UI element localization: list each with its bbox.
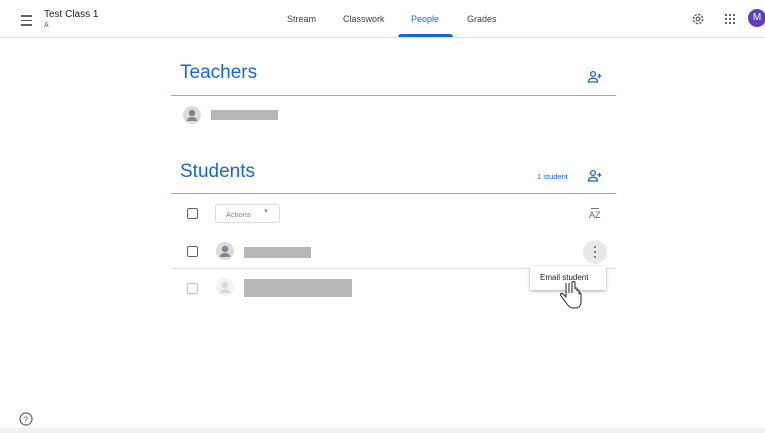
teacher-name-redacted (211, 110, 278, 120)
student-row-checkbox[interactable] (187, 246, 198, 257)
row-context-menu: Email student (530, 266, 606, 290)
help-icon[interactable]: ? (19, 412, 33, 426)
teacher-avatar (183, 106, 201, 124)
chevron-down-icon: ▼ (263, 209, 269, 215)
students-heading: Students (180, 161, 255, 182)
tab-grades[interactable]: Grades (467, 14, 497, 24)
students-divider (171, 193, 616, 194)
select-all-checkbox[interactable] (187, 208, 198, 219)
tab-classwork[interactable]: Classwork (343, 14, 385, 24)
teachers-divider (171, 95, 616, 96)
student-count: 1 student (537, 172, 568, 181)
student-avatar (216, 242, 234, 260)
gear-icon[interactable] (690, 11, 706, 27)
tab-people[interactable]: People (411, 14, 439, 24)
student-name-redacted (244, 279, 352, 297)
svg-text:?: ? (23, 414, 28, 424)
actions-dropdown[interactable]: Actions ▼ (215, 204, 280, 223)
invite-student-button[interactable] (587, 169, 603, 183)
bottom-bar (0, 428, 765, 433)
student-name-redacted (244, 247, 311, 258)
actions-label: Actions (226, 210, 251, 219)
class-section: A (44, 22, 49, 29)
active-tab-indicator (398, 34, 453, 37)
teachers-heading: Teachers (180, 62, 258, 83)
student-avatar (216, 278, 234, 296)
student-row-checkbox[interactable] (187, 283, 198, 294)
person-add-icon (587, 169, 602, 182)
apps-grid-icon[interactable] (722, 11, 738, 27)
sort-az-icon[interactable]: AZ (588, 207, 602, 220)
invite-teacher-button[interactable] (587, 70, 603, 84)
more-vert-icon[interactable] (583, 240, 607, 264)
email-student-menu-item[interactable]: Email student (530, 266, 606, 290)
top-bar: Test Class 1 A Stream Classwork People G… (0, 0, 765, 38)
class-name[interactable]: Test Class 1 (44, 9, 98, 20)
hamburger-menu-icon[interactable] (17, 9, 37, 29)
account-avatar[interactable]: M (748, 9, 765, 27)
person-add-icon (587, 70, 602, 83)
tab-stream[interactable]: Stream (287, 14, 316, 24)
svg-text:AZ: AZ (589, 210, 601, 220)
